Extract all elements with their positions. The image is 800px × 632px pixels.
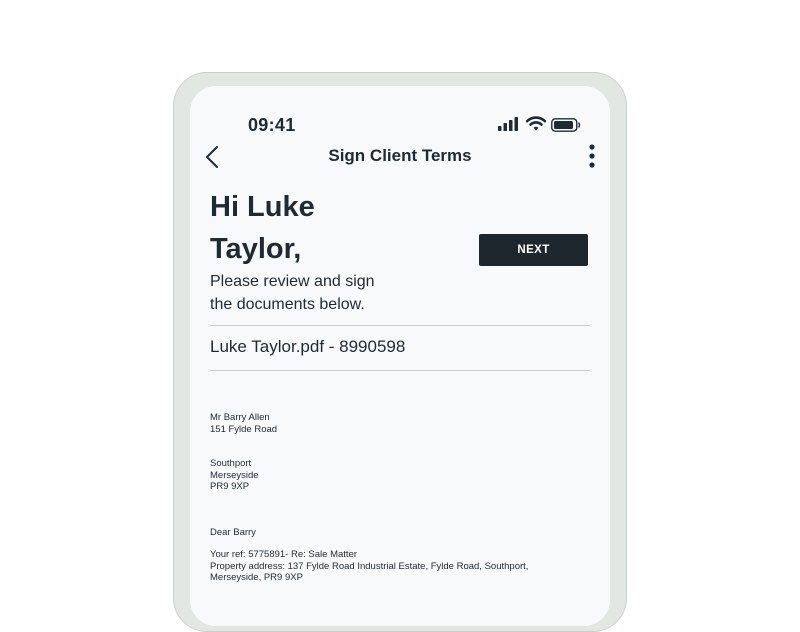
recipient-name: Mr Barry Allen xyxy=(210,412,270,423)
letter-preview: Mr Barry Allen 151 Fylde Road Southport … xyxy=(210,412,590,584)
greeting-heading: Hi Luke Taylor, xyxy=(210,186,430,270)
next-button[interactable]: NEXT xyxy=(479,234,588,266)
address-line-1: 151 Fylde Road xyxy=(210,423,278,435)
chevron-left-icon[interactable] xyxy=(202,144,224,170)
status-time: 09:41 xyxy=(248,115,296,135)
property-address-line-1: Property address: 137 Fylde Road Industr… xyxy=(210,560,529,572)
subtitle-line-1: Please review and sign xyxy=(210,273,375,290)
page-title: Sign Client Terms xyxy=(328,146,472,165)
status-bar: 09:41 xyxy=(190,86,610,136)
divider-bottom xyxy=(210,370,590,371)
reference-line: Your ref: 5775891- Re: Sale Matter xyxy=(210,549,357,560)
address-county: Merseyside xyxy=(210,469,259,481)
subtitle: Please review and sign the documents bel… xyxy=(210,270,410,316)
phone-screen: 09:41 Sign Client Terms Hi Luke Taylor, … xyxy=(190,86,610,626)
greeting-line-2: Taylor, xyxy=(210,233,302,265)
address-town: Southport xyxy=(210,458,252,469)
wifi-icon xyxy=(526,116,546,131)
more-vertical-icon[interactable] xyxy=(586,142,598,170)
greeting-line-1: Hi Luke xyxy=(210,191,315,223)
property-address-line-2: Merseyside, PR9 9XP xyxy=(210,572,303,583)
divider-top xyxy=(210,325,590,326)
battery-icon xyxy=(551,118,581,132)
nav-bar: Sign Client Terms xyxy=(190,138,610,174)
salutation: Dear Barry xyxy=(210,526,256,538)
document-title[interactable]: Luke Taylor.pdf - 8990598 xyxy=(210,337,405,357)
address-postcode: PR9 9XP xyxy=(210,481,250,492)
subtitle-line-2: the documents below. xyxy=(210,296,365,313)
signal-icon xyxy=(498,117,518,131)
